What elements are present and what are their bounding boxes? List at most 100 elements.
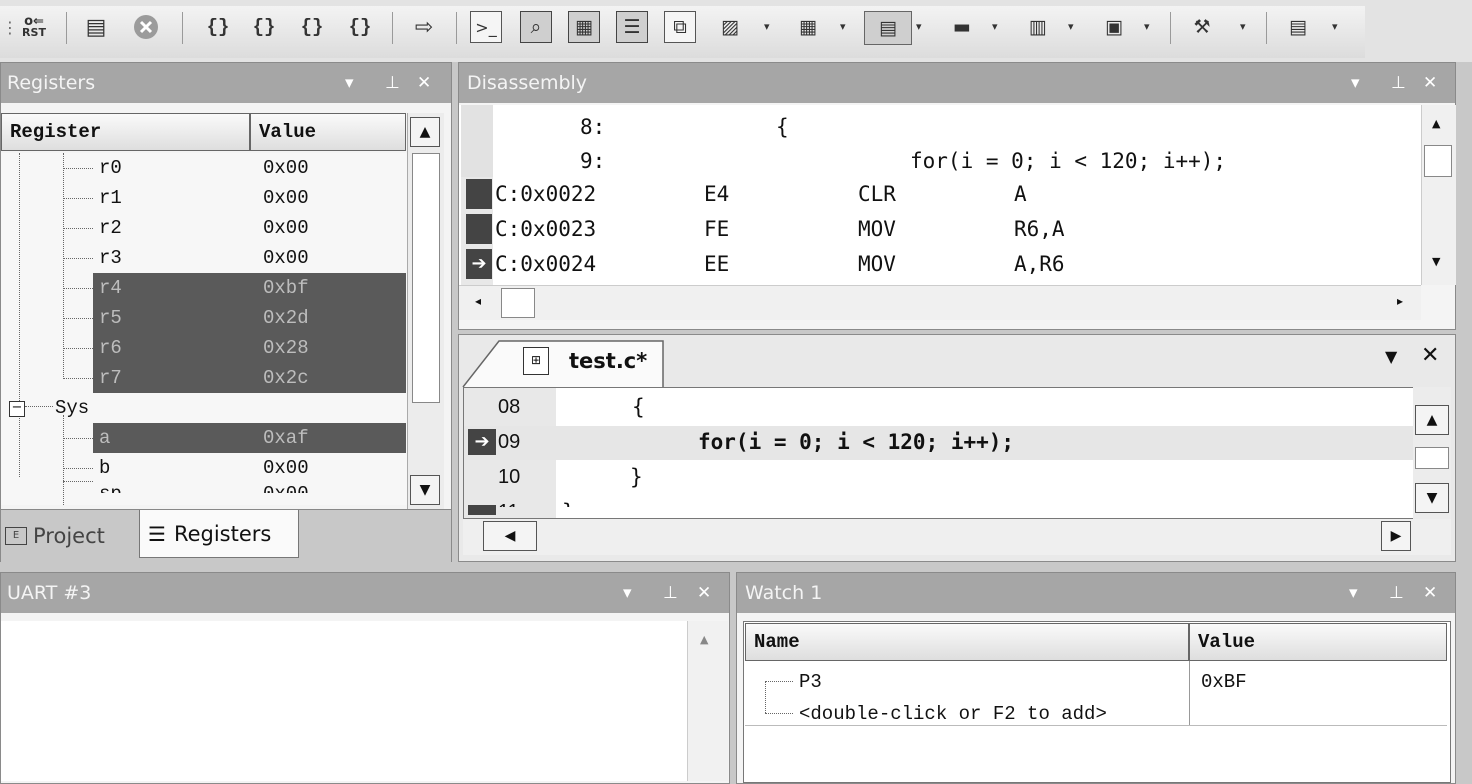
stop-button[interactable] bbox=[130, 11, 162, 43]
step-over-button[interactable]: {} bbox=[244, 11, 284, 43]
source-code-line[interactable]: } bbox=[562, 495, 575, 507]
toolbox-button[interactable]: ⚒ bbox=[1186, 11, 1218, 43]
register-name[interactable]: a bbox=[99, 423, 249, 453]
call-stack-window-button[interactable]: ⧉ bbox=[664, 11, 696, 43]
show-next-statement-button[interactable]: ⇨ bbox=[408, 11, 440, 43]
register-column-header[interactable]: Register bbox=[1, 113, 250, 151]
watch-add-placeholder[interactable]: <double-click or F2 to add> bbox=[799, 699, 1189, 729]
system-viewer-dropdown-chevron-icon[interactable]: ▾ bbox=[1144, 20, 1150, 33]
register-name[interactable]: r5 bbox=[99, 303, 249, 333]
editor-horizontal-scrollbar[interactable]: ◀ ▶ bbox=[463, 519, 1451, 555]
scroll-thumb[interactable] bbox=[412, 153, 440, 403]
register-value[interactable]: 0x00 bbox=[263, 243, 403, 273]
memory-dropdown-chevron-icon[interactable]: ▾ bbox=[840, 20, 846, 33]
close-icon[interactable]: ✕ bbox=[697, 573, 711, 613]
uart-output[interactable] bbox=[1, 621, 687, 781]
collapse-sys-icon[interactable]: − bbox=[9, 401, 25, 417]
disasm-address[interactable]: C:0x0023 bbox=[495, 212, 596, 246]
tab-registers[interactable]: ☰ Registers bbox=[139, 510, 299, 558]
register-value[interactable]: 0x2c bbox=[263, 363, 403, 393]
editor-close-icon[interactable]: ✕ bbox=[1421, 343, 1439, 368]
disasm-mnemonic[interactable]: CLR bbox=[858, 177, 896, 211]
system-viewer-button[interactable]: ▣ bbox=[1098, 11, 1130, 43]
close-icon[interactable]: ✕ bbox=[1423, 63, 1437, 103]
registers-vertical-scrollbar[interactable]: ▲ ▼ bbox=[407, 113, 444, 509]
register-name[interactable]: r0 bbox=[99, 153, 249, 183]
scroll-down-icon[interactable]: ▼ bbox=[1432, 255, 1440, 268]
source-code-line[interactable]: for(i = 0; i < 120; i++); bbox=[698, 425, 1014, 459]
scroll-left-icon[interactable]: ◀ bbox=[483, 521, 537, 551]
disassembly-vertical-scrollbar[interactable]: ▲ ▼ bbox=[1421, 105, 1456, 285]
panel-menu-chevron-icon[interactable]: ▾ bbox=[1351, 63, 1360, 103]
disasm-operands[interactable]: A bbox=[1014, 177, 1027, 211]
disassembly-window-button[interactable]: ⌕ bbox=[520, 11, 552, 43]
window-layout-dropdown-chevron-icon[interactable]: ▾ bbox=[1332, 20, 1338, 33]
scroll-up-icon[interactable]: ▲ bbox=[1415, 405, 1449, 435]
analysis-window-button[interactable]: ▬ bbox=[946, 11, 978, 43]
register-value[interactable]: 0x00 bbox=[263, 183, 403, 213]
disasm-address[interactable]: C:0x0024 bbox=[495, 247, 596, 281]
panel-menu-chevron-icon[interactable]: ▾ bbox=[345, 63, 354, 103]
register-value[interactable]: 0x28 bbox=[263, 333, 403, 363]
trace-dropdown-chevron-icon[interactable]: ▾ bbox=[1068, 20, 1074, 33]
scroll-left-icon[interactable]: ◂ bbox=[475, 294, 481, 308]
register-name[interactable]: r6 bbox=[99, 333, 249, 363]
disasm-address[interactable]: C:0x0022 bbox=[495, 177, 596, 211]
scroll-right-icon[interactable]: ▸ bbox=[1397, 294, 1403, 308]
register-value[interactable]: 0xaf bbox=[263, 423, 403, 453]
scroll-thumb[interactable] bbox=[1415, 447, 1449, 469]
sys-group-label[interactable]: Sys bbox=[55, 393, 255, 423]
watch-name-column-header[interactable]: Name bbox=[745, 623, 1189, 661]
watch-row-name[interactable]: P3 bbox=[799, 667, 1179, 697]
register-value[interactable]: 0x2d bbox=[263, 303, 403, 333]
register-name[interactable]: r1 bbox=[99, 183, 249, 213]
editor-vertical-scrollbar[interactable]: ▲ ▼ bbox=[1413, 387, 1451, 521]
value-column-header[interactable]: Value bbox=[250, 113, 406, 151]
command-window-button[interactable]: >_ bbox=[470, 11, 502, 43]
memory-window-button[interactable]: ▦ bbox=[792, 11, 824, 43]
register-value[interactable]: 0x00 bbox=[263, 153, 403, 183]
disasm-opcode[interactable]: E4 bbox=[704, 177, 729, 211]
symbols-window-button[interactable]: ▦ bbox=[568, 11, 600, 43]
watch-row-value[interactable]: 0xBF bbox=[1201, 667, 1431, 697]
tab-project[interactable]: E Project bbox=[5, 516, 133, 556]
run-button[interactable]: ▤ bbox=[80, 11, 112, 43]
pin-icon[interactable]: ⊥ bbox=[663, 573, 678, 613]
serial-dropdown-chevron-icon[interactable]: ▾ bbox=[916, 20, 922, 33]
disasm-opcode[interactable]: FE bbox=[704, 212, 729, 246]
register-name[interactable]: r3 bbox=[99, 243, 249, 273]
scroll-down-icon[interactable]: ▼ bbox=[1415, 483, 1449, 513]
window-layout-button[interactable]: ▤ bbox=[1282, 11, 1314, 43]
pin-icon[interactable]: ⊥ bbox=[1389, 573, 1404, 613]
disasm-opcode[interactable]: EE bbox=[704, 247, 729, 281]
source-code-line[interactable]: } bbox=[630, 460, 643, 494]
scroll-up-icon[interactable]: ▲ bbox=[410, 117, 440, 147]
register-name[interactable]: r4 bbox=[99, 273, 249, 303]
trace-window-button[interactable]: ▥ bbox=[1022, 11, 1054, 43]
editor-menu-chevron-icon[interactable]: ▼ bbox=[1385, 347, 1397, 366]
panel-menu-chevron-icon[interactable]: ▾ bbox=[1349, 573, 1358, 613]
watch-window-button[interactable]: ▨ bbox=[714, 11, 746, 43]
register-value[interactable]: 0xbf bbox=[263, 273, 403, 303]
step-into-button[interactable]: {} bbox=[198, 11, 238, 43]
step-out-button[interactable]: {} bbox=[292, 11, 332, 43]
editor-tab-test-c[interactable]: test.c* bbox=[569, 345, 647, 377]
scroll-up-icon[interactable]: ▲ bbox=[700, 633, 708, 646]
uart-vertical-scrollbar[interactable]: ▲ bbox=[687, 621, 728, 781]
scroll-right-icon[interactable]: ▶ bbox=[1381, 521, 1411, 551]
disasm-mnemonic[interactable]: MOV bbox=[858, 212, 896, 246]
scroll-down-icon[interactable]: ▼ bbox=[410, 475, 440, 505]
analysis-dropdown-chevron-icon[interactable]: ▾ bbox=[992, 20, 998, 33]
register-name[interactable]: r7 bbox=[99, 363, 249, 393]
panel-menu-chevron-icon[interactable]: ▾ bbox=[623, 573, 632, 613]
reset-button[interactable]: o⇐ RST bbox=[18, 11, 50, 43]
disasm-operands[interactable]: A,R6 bbox=[1014, 247, 1065, 281]
watch-value-column-header[interactable]: Value bbox=[1189, 623, 1447, 661]
watch-dropdown-chevron-icon[interactable]: ▾ bbox=[764, 20, 770, 33]
close-icon[interactable]: ✕ bbox=[1423, 573, 1437, 613]
register-value[interactable]: 0x00 bbox=[263, 213, 403, 243]
scroll-thumb[interactable] bbox=[501, 288, 535, 318]
disasm-operands[interactable]: R6,A bbox=[1014, 212, 1065, 246]
toolbox-dropdown-chevron-icon[interactable]: ▾ bbox=[1240, 20, 1246, 33]
serial-window-button[interactable]: ▤ bbox=[864, 11, 912, 45]
